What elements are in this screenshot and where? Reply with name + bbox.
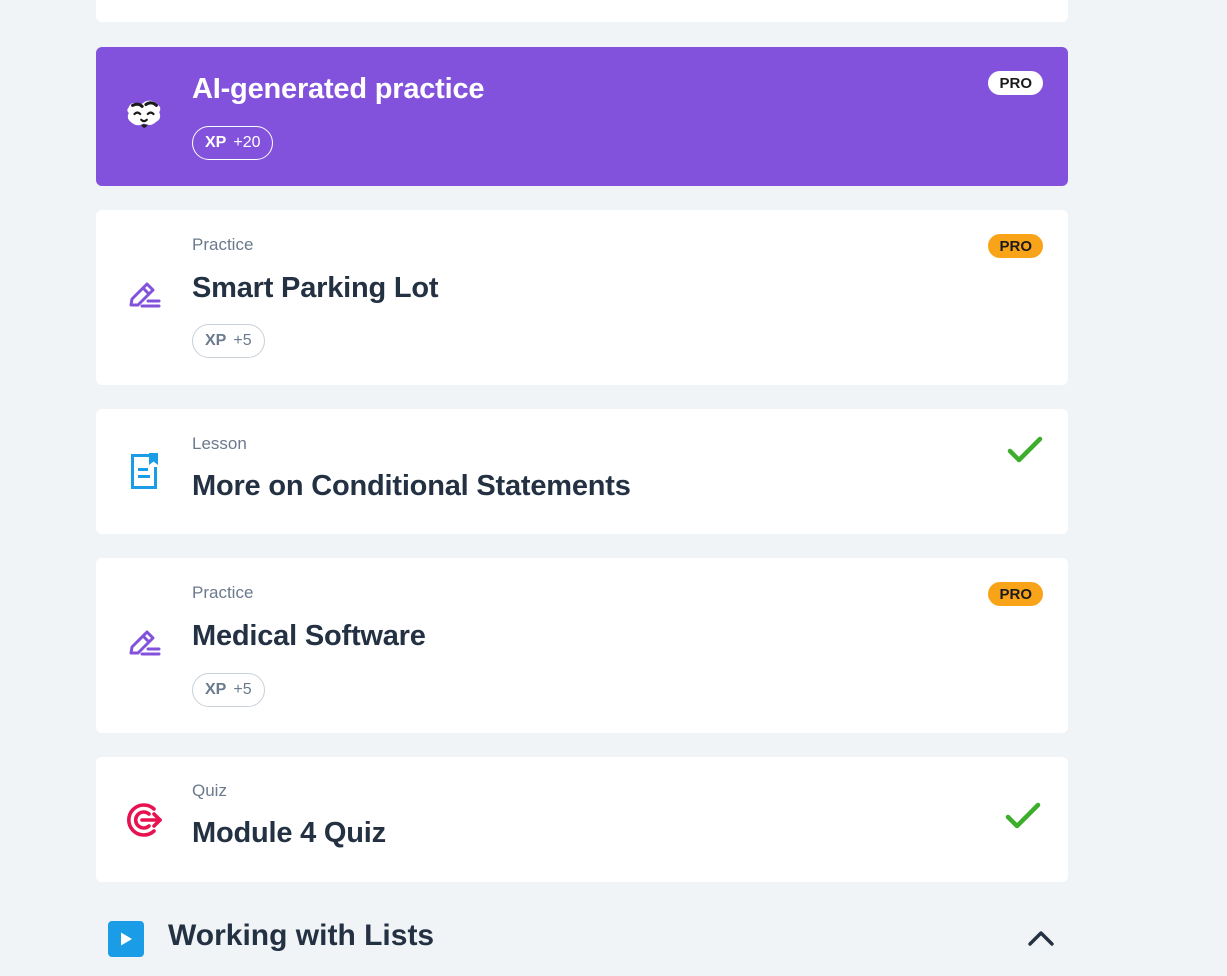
ai-mascot-icon [124, 94, 164, 134]
item-title: More on Conditional Statements [192, 470, 631, 502]
play-icon [108, 921, 144, 957]
xp-pill: XP +5 [192, 324, 265, 358]
module-content: AI-generated practice XP +20 PRO Practic… [0, 0, 1227, 976]
item-title: Smart Parking Lot [192, 272, 439, 304]
xp-label: XP [205, 332, 227, 349]
pencil-icon [124, 624, 164, 664]
pro-badge: PRO [988, 71, 1043, 95]
item-title: Module 4 Quiz [192, 817, 386, 849]
pro-badge: PRO [988, 234, 1043, 258]
practice-card-smart-parking-lot[interactable]: Practice Smart Parking Lot XP +5 PRO [96, 210, 1068, 385]
ai-practice-card[interactable]: AI-generated practice XP +20 PRO [96, 47, 1068, 186]
item-type-label: Lesson [192, 434, 247, 453]
xp-value: +5 [233, 332, 252, 349]
lesson-card-conditional-statements[interactable]: Lesson More on Conditional Statements [96, 409, 1068, 534]
item-type-label: Practice [192, 235, 254, 254]
item-title: Medical Software [192, 620, 426, 652]
xp-value: +5 [233, 681, 252, 698]
xp-pill: XP +5 [192, 673, 265, 707]
xp-label: XP [205, 681, 227, 698]
lesson-document-icon [124, 451, 164, 491]
completed-check-icon [1007, 436, 1043, 463]
xp-value: +20 [233, 134, 261, 151]
previous-item-card[interactable] [96, 0, 1068, 22]
section-title: Working with Lists [168, 919, 435, 952]
item-type-label: Quiz [192, 781, 227, 800]
quiz-card-module-4[interactable]: Quiz Module 4 Quiz [96, 757, 1068, 882]
item-title: AI-generated practice [192, 73, 485, 105]
section-header-working-with-lists[interactable]: Working with Lists [108, 918, 1058, 960]
completed-check-icon [1005, 802, 1041, 829]
pencil-icon [124, 276, 164, 316]
xp-label: XP [205, 134, 227, 151]
xp-pill: XP +20 [192, 126, 274, 160]
chevron-up-icon[interactable] [1026, 926, 1056, 950]
target-icon [124, 800, 164, 840]
practice-card-medical-software[interactable]: Practice Medical Software XP +5 PRO [96, 558, 1068, 733]
pro-badge: PRO [988, 582, 1043, 606]
item-type-label: Practice [192, 583, 254, 602]
